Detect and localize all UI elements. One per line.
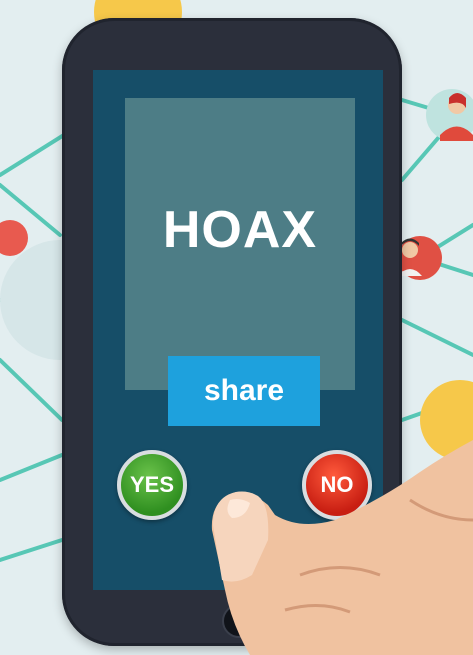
network-line-icon [400, 128, 447, 182]
avatar-circle-red [0, 220, 28, 256]
network-line-icon [0, 358, 64, 422]
person-avatar-icon [426, 89, 473, 141]
home-button[interactable] [222, 604, 256, 638]
no-button[interactable]: NO [302, 450, 372, 520]
yes-button[interactable]: YES [117, 450, 187, 520]
network-line-icon [400, 318, 473, 357]
person-avatar-icon [398, 236, 442, 280]
illustration-scene: HOAX share YES NO [0, 0, 473, 655]
share-button[interactable]: share [168, 356, 320, 426]
network-line-icon [0, 453, 64, 482]
hoax-headline: HOAX [162, 201, 318, 259]
network-line-icon [0, 538, 64, 562]
avatar-circle-yellow [420, 380, 473, 460]
